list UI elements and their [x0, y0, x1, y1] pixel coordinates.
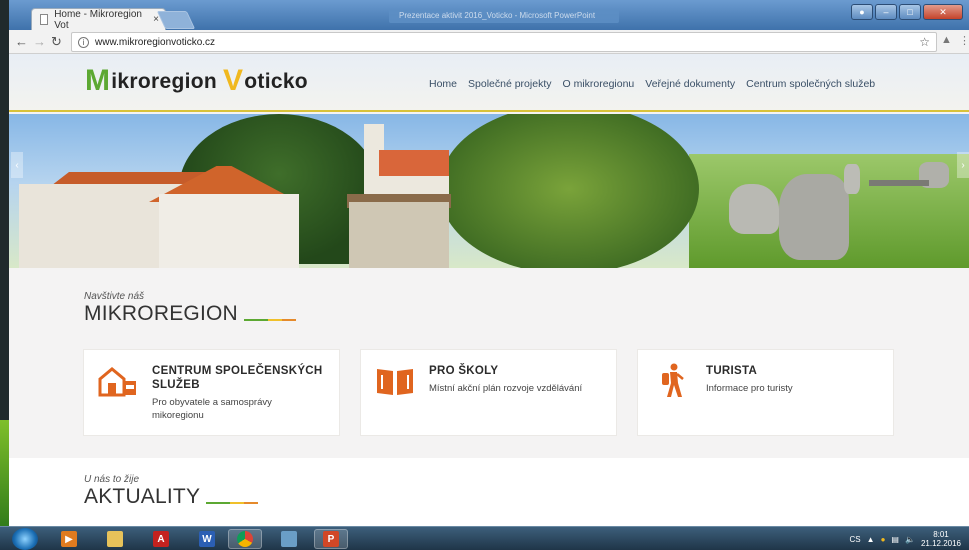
nav-verejne-dokumenty[interactable]: Veřejné dokumenty [645, 78, 735, 90]
file-explorer-icon[interactable] [98, 529, 132, 549]
house-icon [98, 364, 138, 398]
slider-prev-icon[interactable]: ‹ [11, 152, 23, 178]
site-logo[interactable]: Mikroregion Voticko [85, 66, 308, 96]
nav-o-mikroregionu[interactable]: O mikroregionu [562, 78, 634, 90]
media-player-icon[interactable]: ▶ [52, 529, 86, 549]
photo-viewer-icon[interactable] [272, 529, 306, 549]
feature-cards: CENTRUM SPOLEČENSKÝCH SLUŽEB Pro obyvate… [84, 350, 893, 435]
section-mikroregion: Navštivte náš MIKROREGION [84, 291, 296, 326]
nav-spolecne-projekty[interactable]: Společné projekty [468, 78, 551, 90]
powerpoint-icon[interactable]: P [314, 529, 348, 549]
volume-icon[interactable]: 🔈 [905, 535, 915, 544]
card-pro-skoly[interactable]: PRO ŠKOLY Místní akční plán rozvoje vzdě… [361, 350, 616, 435]
bookmark-star-icon[interactable]: ☆ [919, 35, 930, 49]
url-text: www.mikroregionvoticko.cz [95, 36, 216, 48]
card-turista[interactable]: TURISTA Informace pro turisty [638, 350, 893, 435]
menu-icon[interactable]: ⋮ [959, 34, 969, 47]
section-heading: MIKROREGION [84, 302, 296, 326]
card-title: PRO ŠKOLY [429, 365, 499, 377]
forward-icon[interactable]: → [33, 34, 46, 49]
accent-stripe [206, 502, 259, 504]
slider-next-icon[interactable]: › [957, 152, 969, 178]
tab-title: Home - Mikroregion Vot [54, 8, 142, 31]
network-icon[interactable]: ▤ [891, 535, 899, 544]
close-window-button[interactable]: ✕ [923, 4, 963, 20]
desktop-edge [0, 0, 9, 550]
browser-tab[interactable]: Home - Mikroregion Vot × [31, 8, 166, 31]
site-header: Mikroregion Voticko Home Společné projek… [9, 54, 969, 112]
acrobat-icon[interactable]: A [144, 529, 178, 549]
reload-icon[interactable]: ↻ [51, 34, 62, 50]
card-desc: Informace pro turisty [706, 383, 793, 394]
card-title: CENTRUM SPOLEČENSKÝCH SLUŽEB [152, 365, 323, 391]
card-title: TURISTA [706, 365, 758, 377]
tray-expand-icon[interactable]: ▲ [867, 535, 875, 544]
maximize-button[interactable]: □ [899, 4, 921, 20]
user-icon[interactable]: ● [851, 4, 873, 20]
browser-toolbar: ← → ↻ i www.mikroregionvoticko.cz ☆ ▲ ⋮ [9, 30, 969, 54]
nav-home[interactable]: Home [429, 78, 457, 90]
desktop-wallpaper [0, 420, 9, 530]
main-nav: Home Společné projekty O mikroregionu Ve… [429, 78, 875, 90]
taskbar: ▶ A W P CS ▲ ● ▤ 🔈 8:01 21.12.2016 [0, 526, 969, 550]
update-icon[interactable]: ● [881, 535, 886, 544]
extension-icon[interactable]: ▲ [941, 34, 952, 46]
hero-slider: ‹ › [9, 114, 969, 268]
back-icon[interactable]: ← [15, 34, 28, 49]
section-aktuality: U nás to žije AKTUALITY [84, 474, 259, 509]
web-page: Mikroregion Voticko Home Společné projek… [9, 54, 969, 526]
book-icon [375, 364, 415, 398]
background-window-title: Prezentace aktivit 2016_Voticko - Micros… [389, 9, 619, 23]
section-heading: AKTUALITY [84, 485, 259, 509]
section-kicker: U nás to žije [84, 474, 140, 485]
browser-window: Home - Mikroregion Vot × Prezentace akti… [9, 0, 969, 54]
info-icon[interactable]: i [78, 36, 89, 48]
card-desc: Pro obyvatele a samosprávy mikoregionu [152, 397, 272, 421]
card-centrum[interactable]: CENTRUM SPOLEČENSKÝCH SLUŽEB Pro obyvate… [84, 350, 339, 435]
accent-stripe [243, 319, 296, 321]
language-indicator[interactable]: CS [850, 535, 861, 544]
start-button[interactable] [12, 528, 38, 550]
nav-centrum-sluzeb[interactable]: Centrum společných služeb [746, 78, 875, 90]
title-bar: Home - Mikroregion Vot × Prezentace akti… [9, 0, 969, 31]
system-tray: CS ▲ ● ▤ 🔈 8:01 21.12.2016 [850, 530, 961, 548]
section-kicker: Navštivte náš [84, 291, 145, 302]
address-bar[interactable]: i www.mikroregionvoticko.cz ☆ [71, 32, 937, 52]
chrome-icon[interactable] [228, 529, 262, 549]
hiker-icon [652, 363, 692, 398]
minimize-button[interactable]: – [875, 4, 897, 20]
clock[interactable]: 8:01 21.12.2016 [921, 530, 961, 548]
word-icon[interactable]: W [190, 529, 224, 549]
page-icon [40, 14, 49, 25]
card-desc: Místní akční plán rozvoje vzdělávání [429, 383, 583, 394]
